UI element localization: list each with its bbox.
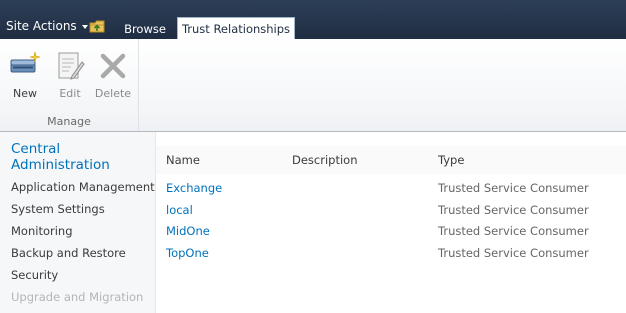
left-navigation: Central Administration Application Manag…	[0, 132, 156, 313]
row-name-link[interactable]: Exchange	[166, 181, 222, 195]
delete-x-icon	[100, 53, 126, 79]
list-header: Name Description Type	[156, 146, 626, 174]
table-row: local Trusted Service Consumer	[156, 201, 626, 221]
delete-button[interactable]: Delete	[93, 45, 133, 107]
nav-item-monitoring[interactable]: Monitoring	[11, 224, 73, 238]
ribbon: New Edit Delete Manage	[0, 39, 626, 132]
column-header-name[interactable]: Name	[166, 153, 200, 167]
table-row: TopOne Trusted Service Consumer	[156, 244, 626, 264]
new-button[interactable]: New	[5, 45, 45, 107]
column-header-type[interactable]: Type	[438, 153, 464, 167]
table-row: Exchange Trusted Service Consumer	[156, 179, 626, 199]
row-name-link[interactable]: TopOne	[166, 246, 209, 260]
row-type: Trusted Service Consumer	[438, 224, 589, 238]
nav-heading-central-administration[interactable]: Central Administration	[11, 141, 151, 173]
site-actions-menu[interactable]: Site Actions	[6, 19, 88, 33]
row-type: Trusted Service Consumer	[438, 181, 589, 195]
nav-item-system-settings[interactable]: System Settings	[11, 202, 105, 216]
tab-trust-relationships-label: Trust Relationships	[181, 22, 291, 36]
table-row: MidOne Trusted Service Consumer	[156, 222, 626, 242]
edit-page-icon	[58, 52, 85, 80]
ribbon-group-label: Manage	[47, 115, 91, 128]
new-trust-icon	[10, 51, 41, 73]
top-bar: Site Actions Browse Trust Relationships	[0, 0, 626, 40]
row-name-link[interactable]: local	[166, 203, 193, 217]
site-actions-label: Site Actions	[6, 19, 77, 33]
row-type: Trusted Service Consumer	[438, 203, 589, 217]
sharepoint-central-admin-page: Site Actions Browse Trust Relationships	[0, 0, 626, 313]
tab-trust-relationships[interactable]: Trust Relationships	[177, 17, 295, 40]
chevron-down-icon	[81, 24, 88, 29]
nav-item-application-management[interactable]: Application Management	[11, 180, 155, 194]
nav-item-upgrade-and-migration[interactable]: Upgrade and Migration	[11, 290, 143, 304]
ribbon-group-manage: New Edit Delete Manage	[0, 39, 139, 131]
nav-item-security[interactable]: Security	[11, 268, 58, 282]
trust-relationships-list: Name Description Type Exchange Trusted S…	[156, 132, 626, 313]
row-name-link[interactable]: MidOne	[166, 224, 210, 238]
new-button-label: New	[13, 87, 37, 100]
tab-browse-label: Browse	[124, 22, 166, 36]
tab-browse[interactable]: Browse	[118, 21, 172, 38]
row-type: Trusted Service Consumer	[438, 246, 589, 260]
nav-item-backup-and-restore[interactable]: Backup and Restore	[11, 246, 126, 260]
delete-button-label: Delete	[94, 87, 132, 100]
edit-button-label: Edit	[59, 87, 81, 100]
folder-navigate-up-icon[interactable]	[89, 19, 106, 34]
column-header-description[interactable]: Description	[292, 153, 358, 167]
edit-button[interactable]: Edit	[50, 45, 90, 107]
